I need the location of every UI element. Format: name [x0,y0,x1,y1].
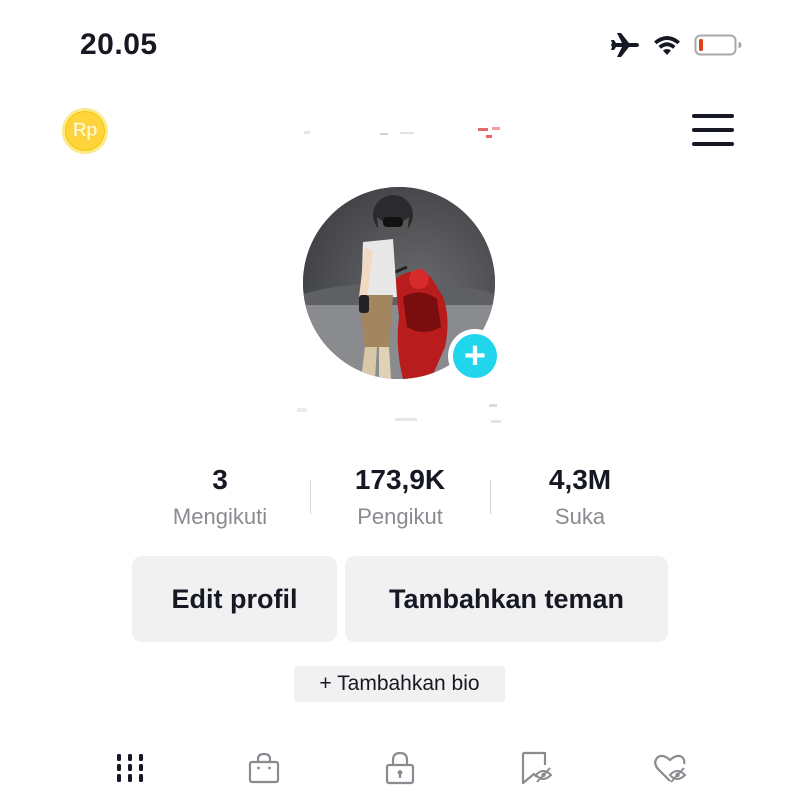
profile-tabs [0,740,800,800]
videos-grid-icon[interactable] [110,748,150,788]
stats-divider [490,480,491,514]
shop-bag-icon[interactable] [244,748,284,788]
edit-profile-button[interactable]: Edit profil [132,556,337,642]
followers-stat[interactable]: 173,9K Pengikut [310,462,490,534]
following-count: 3 [212,464,228,495]
hamburger-menu-icon[interactable] [692,114,734,146]
airplane-icon [610,32,640,58]
likes-label: Suka [554,504,606,529]
username-redacted [300,122,510,142]
nickname-redacted [295,398,510,428]
plus-icon: + [453,334,497,378]
coin-label: Rp [72,120,98,141]
liked-heart-hidden-icon[interactable] [650,748,690,788]
add-friends-button[interactable]: Tambahkan teman [345,556,668,642]
profile-stats: 3 Mengikuti 173,9K Pengikut 4,3M Suka [130,462,670,534]
status-bar: 20.05 [0,0,800,90]
battery-low-icon [694,32,744,58]
status-icons [610,32,744,58]
likes-stat[interactable]: 4,3M Suka [490,462,670,534]
status-time: 20.05 [80,28,158,61]
followers-label: Pengikut [357,504,443,529]
following-label: Mengikuti [172,504,268,529]
profile-actions: Edit profil Tambahkan teman [132,556,668,642]
profile-avatar-wrap: + [303,187,502,383]
profile-top-bar: Rp [0,100,800,160]
followers-count: 173,9K [354,464,446,495]
add-bio-button[interactable]: + Tambahkan bio [294,666,505,702]
saved-bookmark-icon[interactable] [516,748,556,788]
likes-count: 4,3M [548,464,612,495]
private-lock-icon[interactable] [380,748,420,788]
coin-balance-button[interactable]: Rp [62,108,108,154]
wifi-icon [652,33,682,57]
add-avatar-button[interactable]: + [448,329,502,383]
stats-divider [310,480,311,514]
following-stat[interactable]: 3 Mengikuti [130,462,310,534]
